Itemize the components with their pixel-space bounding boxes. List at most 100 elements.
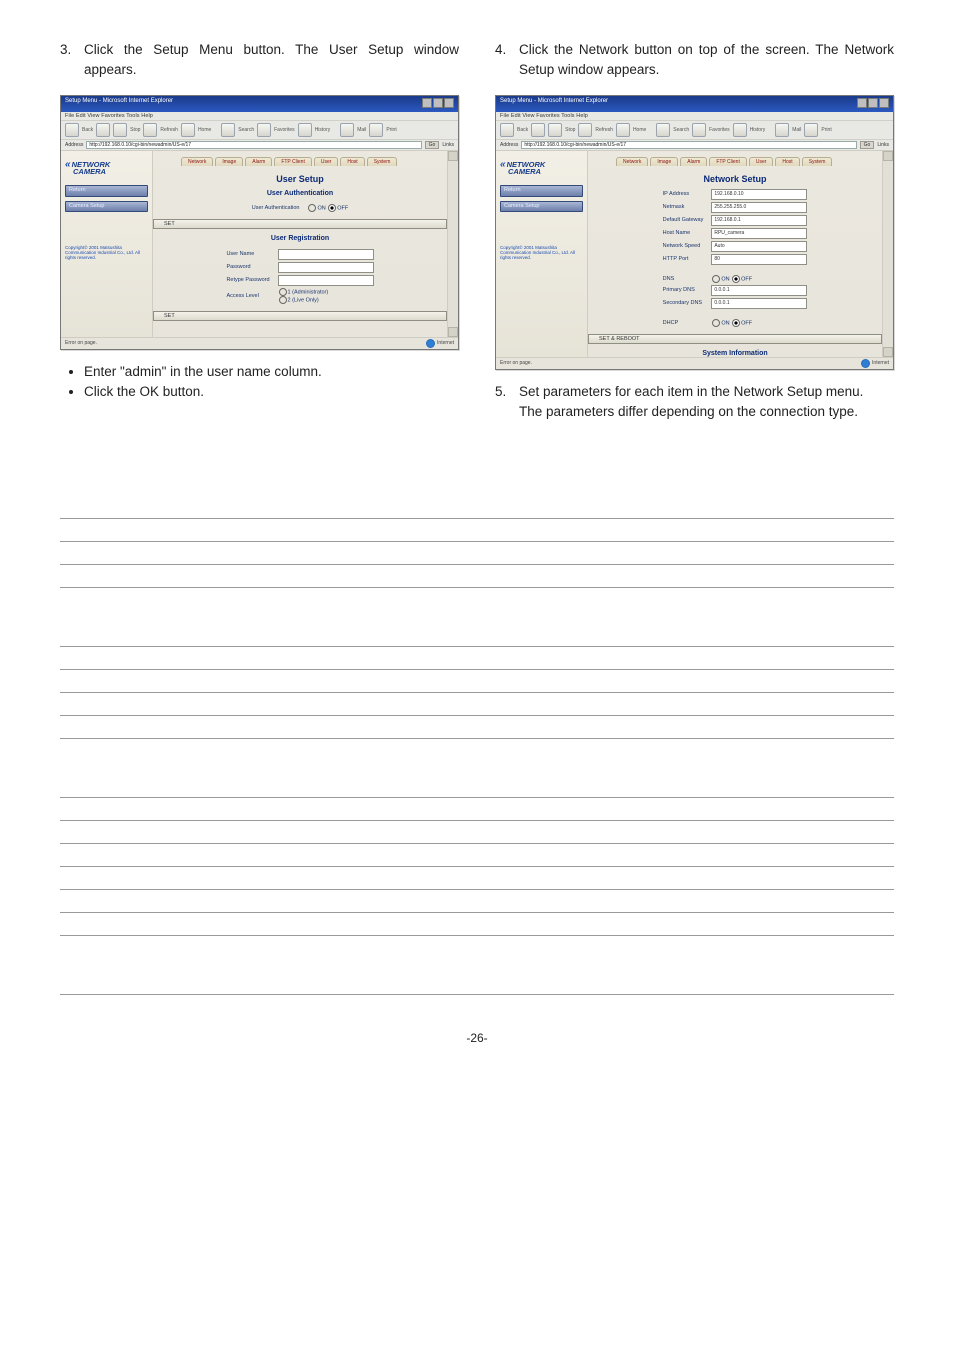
- return-button[interactable]: Return: [500, 185, 583, 197]
- refresh-icon[interactable]: [578, 123, 592, 137]
- screenshot-network-setup: Setup Menu - Microsoft Internet Explorer…: [495, 95, 894, 370]
- scroll-up-icon[interactable]: [448, 151, 458, 161]
- logo: «NETWORK CAMERA: [65, 161, 148, 176]
- tab-host[interactable]: Host: [775, 157, 799, 166]
- port-input[interactable]: 80: [711, 254, 807, 265]
- auth-onoff[interactable]: ON OFF: [303, 203, 352, 213]
- search-icon[interactable]: [656, 123, 670, 137]
- window-title: Setup Menu - Microsoft Internet Explorer: [65, 98, 173, 110]
- network-form: IP Address192.168.0.10 Netmask255.255.25…: [659, 188, 812, 328]
- favorites-icon[interactable]: [692, 123, 706, 137]
- tab-image[interactable]: Image: [215, 157, 243, 166]
- history-icon[interactable]: [733, 123, 747, 137]
- gateway-input[interactable]: 192.168.0.1: [711, 215, 807, 226]
- refresh-icon[interactable]: [143, 123, 157, 137]
- return-button[interactable]: Return: [65, 185, 148, 197]
- access-level[interactable]: 1 (Administrator) 2 (Live Only): [274, 287, 378, 305]
- fwd-icon[interactable]: [96, 123, 110, 137]
- step-4-text: Click the Network button on top of the s…: [519, 40, 894, 81]
- scroll-down-icon[interactable]: [883, 347, 893, 357]
- page-title: Network Setup: [588, 174, 882, 184]
- go-button[interactable]: Go: [860, 141, 875, 149]
- search-icon[interactable]: [221, 123, 235, 137]
- tab-alarm[interactable]: Alarm: [680, 157, 707, 166]
- step-5: 5. Set parameters for each item in the N…: [495, 382, 894, 423]
- ip-input[interactable]: 192.168.0.10: [711, 189, 807, 200]
- dns-onoff[interactable]: ON OFF: [707, 274, 811, 284]
- tab-image[interactable]: Image: [650, 157, 678, 166]
- set-button[interactable]: SET: [153, 219, 447, 229]
- back-icon[interactable]: [65, 123, 79, 137]
- tab-ftp[interactable]: FTP Client: [709, 157, 747, 166]
- step-3-text: Click the Setup Menu button. The User Se…: [84, 40, 459, 81]
- back-icon[interactable]: [500, 123, 514, 137]
- memo-area: [60, 496, 894, 995]
- step-3-num: 3.: [60, 40, 78, 60]
- tab-system[interactable]: System: [802, 157, 833, 166]
- netmask-input[interactable]: 255.255.255.0: [711, 202, 807, 213]
- favorites-icon[interactable]: [257, 123, 271, 137]
- set-reboot-button[interactable]: SET & REBOOT: [588, 334, 882, 344]
- bullet-1: Enter "admin" in the user name column.: [84, 362, 459, 383]
- internet-icon: [426, 339, 435, 348]
- page-number: -26-: [60, 1031, 894, 1045]
- tab-host[interactable]: Host: [340, 157, 364, 166]
- bullet-2: Click the OK button.: [84, 382, 459, 403]
- set-button-2[interactable]: SET: [153, 311, 447, 321]
- step-5-text: Set parameters for each item in the Netw…: [519, 382, 863, 423]
- hostname-input[interactable]: RPU_camera: [711, 228, 807, 239]
- sysinfo-heading: System Information: [588, 350, 882, 357]
- scroll-up-icon[interactable]: [883, 151, 893, 161]
- password-input[interactable]: [278, 262, 374, 273]
- history-icon[interactable]: [298, 123, 312, 137]
- tab-user[interactable]: User: [314, 157, 339, 166]
- step-3: 3. Click the Setup Menu button. The User…: [60, 40, 459, 81]
- home-icon[interactable]: [181, 123, 195, 137]
- reg-heading: User Registration: [153, 235, 447, 242]
- tab-system[interactable]: System: [367, 157, 398, 166]
- page-title: User Setup: [153, 174, 447, 184]
- tab-ftp[interactable]: FTP Client: [274, 157, 312, 166]
- scroll-down-icon[interactable]: [448, 327, 458, 337]
- pdns-input[interactable]: 0.0.0.1: [711, 285, 807, 296]
- address-label: Address: [65, 142, 83, 148]
- copyright: Copyright© 2001 Matsushita Communication…: [65, 246, 148, 260]
- stop-icon[interactable]: [548, 123, 562, 137]
- step-5-num: 5.: [495, 382, 513, 402]
- step-4-num: 4.: [495, 40, 513, 60]
- tabs: Network Image Alarm FTP Client User Host…: [153, 151, 447, 166]
- screenshot-user-setup: Setup Menu - Microsoft Internet Explorer…: [60, 95, 459, 350]
- tab-network[interactable]: Network: [181, 157, 213, 166]
- stop-icon[interactable]: [113, 123, 127, 137]
- window-buttons: [421, 98, 454, 110]
- mail-icon[interactable]: [775, 123, 789, 137]
- retype-password-input[interactable]: [278, 275, 374, 286]
- fwd-icon[interactable]: [531, 123, 545, 137]
- address-input[interactable]: http://192.168.0.10/cgi-bin/newadmin/US-…: [86, 141, 421, 149]
- step-4: 4. Click the Network button on top of th…: [495, 40, 894, 81]
- toolbar: Back Stop Refresh Home Search Favorites …: [61, 120, 458, 140]
- dhcp-onoff[interactable]: ON OFF: [707, 318, 811, 328]
- status-text: Error on page.: [65, 340, 97, 346]
- speed-select[interactable]: Auto: [711, 241, 807, 252]
- sdns-input[interactable]: 0.0.0.1: [711, 298, 807, 309]
- address-input[interactable]: http://192.168.0.10/cgi-bin/newadmin/US-…: [521, 141, 856, 149]
- camera-setup-button[interactable]: Camera Setup: [500, 201, 583, 213]
- scrollbar[interactable]: [882, 151, 893, 357]
- reg-form: User Name Password Retype Password Acces…: [222, 248, 377, 305]
- internet-icon: [861, 359, 870, 368]
- tab-alarm[interactable]: Alarm: [245, 157, 272, 166]
- camera-setup-button[interactable]: Camera Setup: [65, 201, 148, 213]
- home-icon[interactable]: [616, 123, 630, 137]
- mail-icon[interactable]: [340, 123, 354, 137]
- tab-network[interactable]: Network: [616, 157, 648, 166]
- tab-user[interactable]: User: [749, 157, 774, 166]
- auth-form: User Authentication ON OFF: [248, 203, 352, 213]
- auth-heading: User Authentication: [153, 190, 447, 197]
- print-icon[interactable]: [804, 123, 818, 137]
- bullet-list: Enter "admin" in the user name column. C…: [60, 362, 459, 404]
- scrollbar[interactable]: [447, 151, 458, 337]
- username-input[interactable]: [278, 249, 374, 260]
- go-button[interactable]: Go: [425, 141, 440, 149]
- print-icon[interactable]: [369, 123, 383, 137]
